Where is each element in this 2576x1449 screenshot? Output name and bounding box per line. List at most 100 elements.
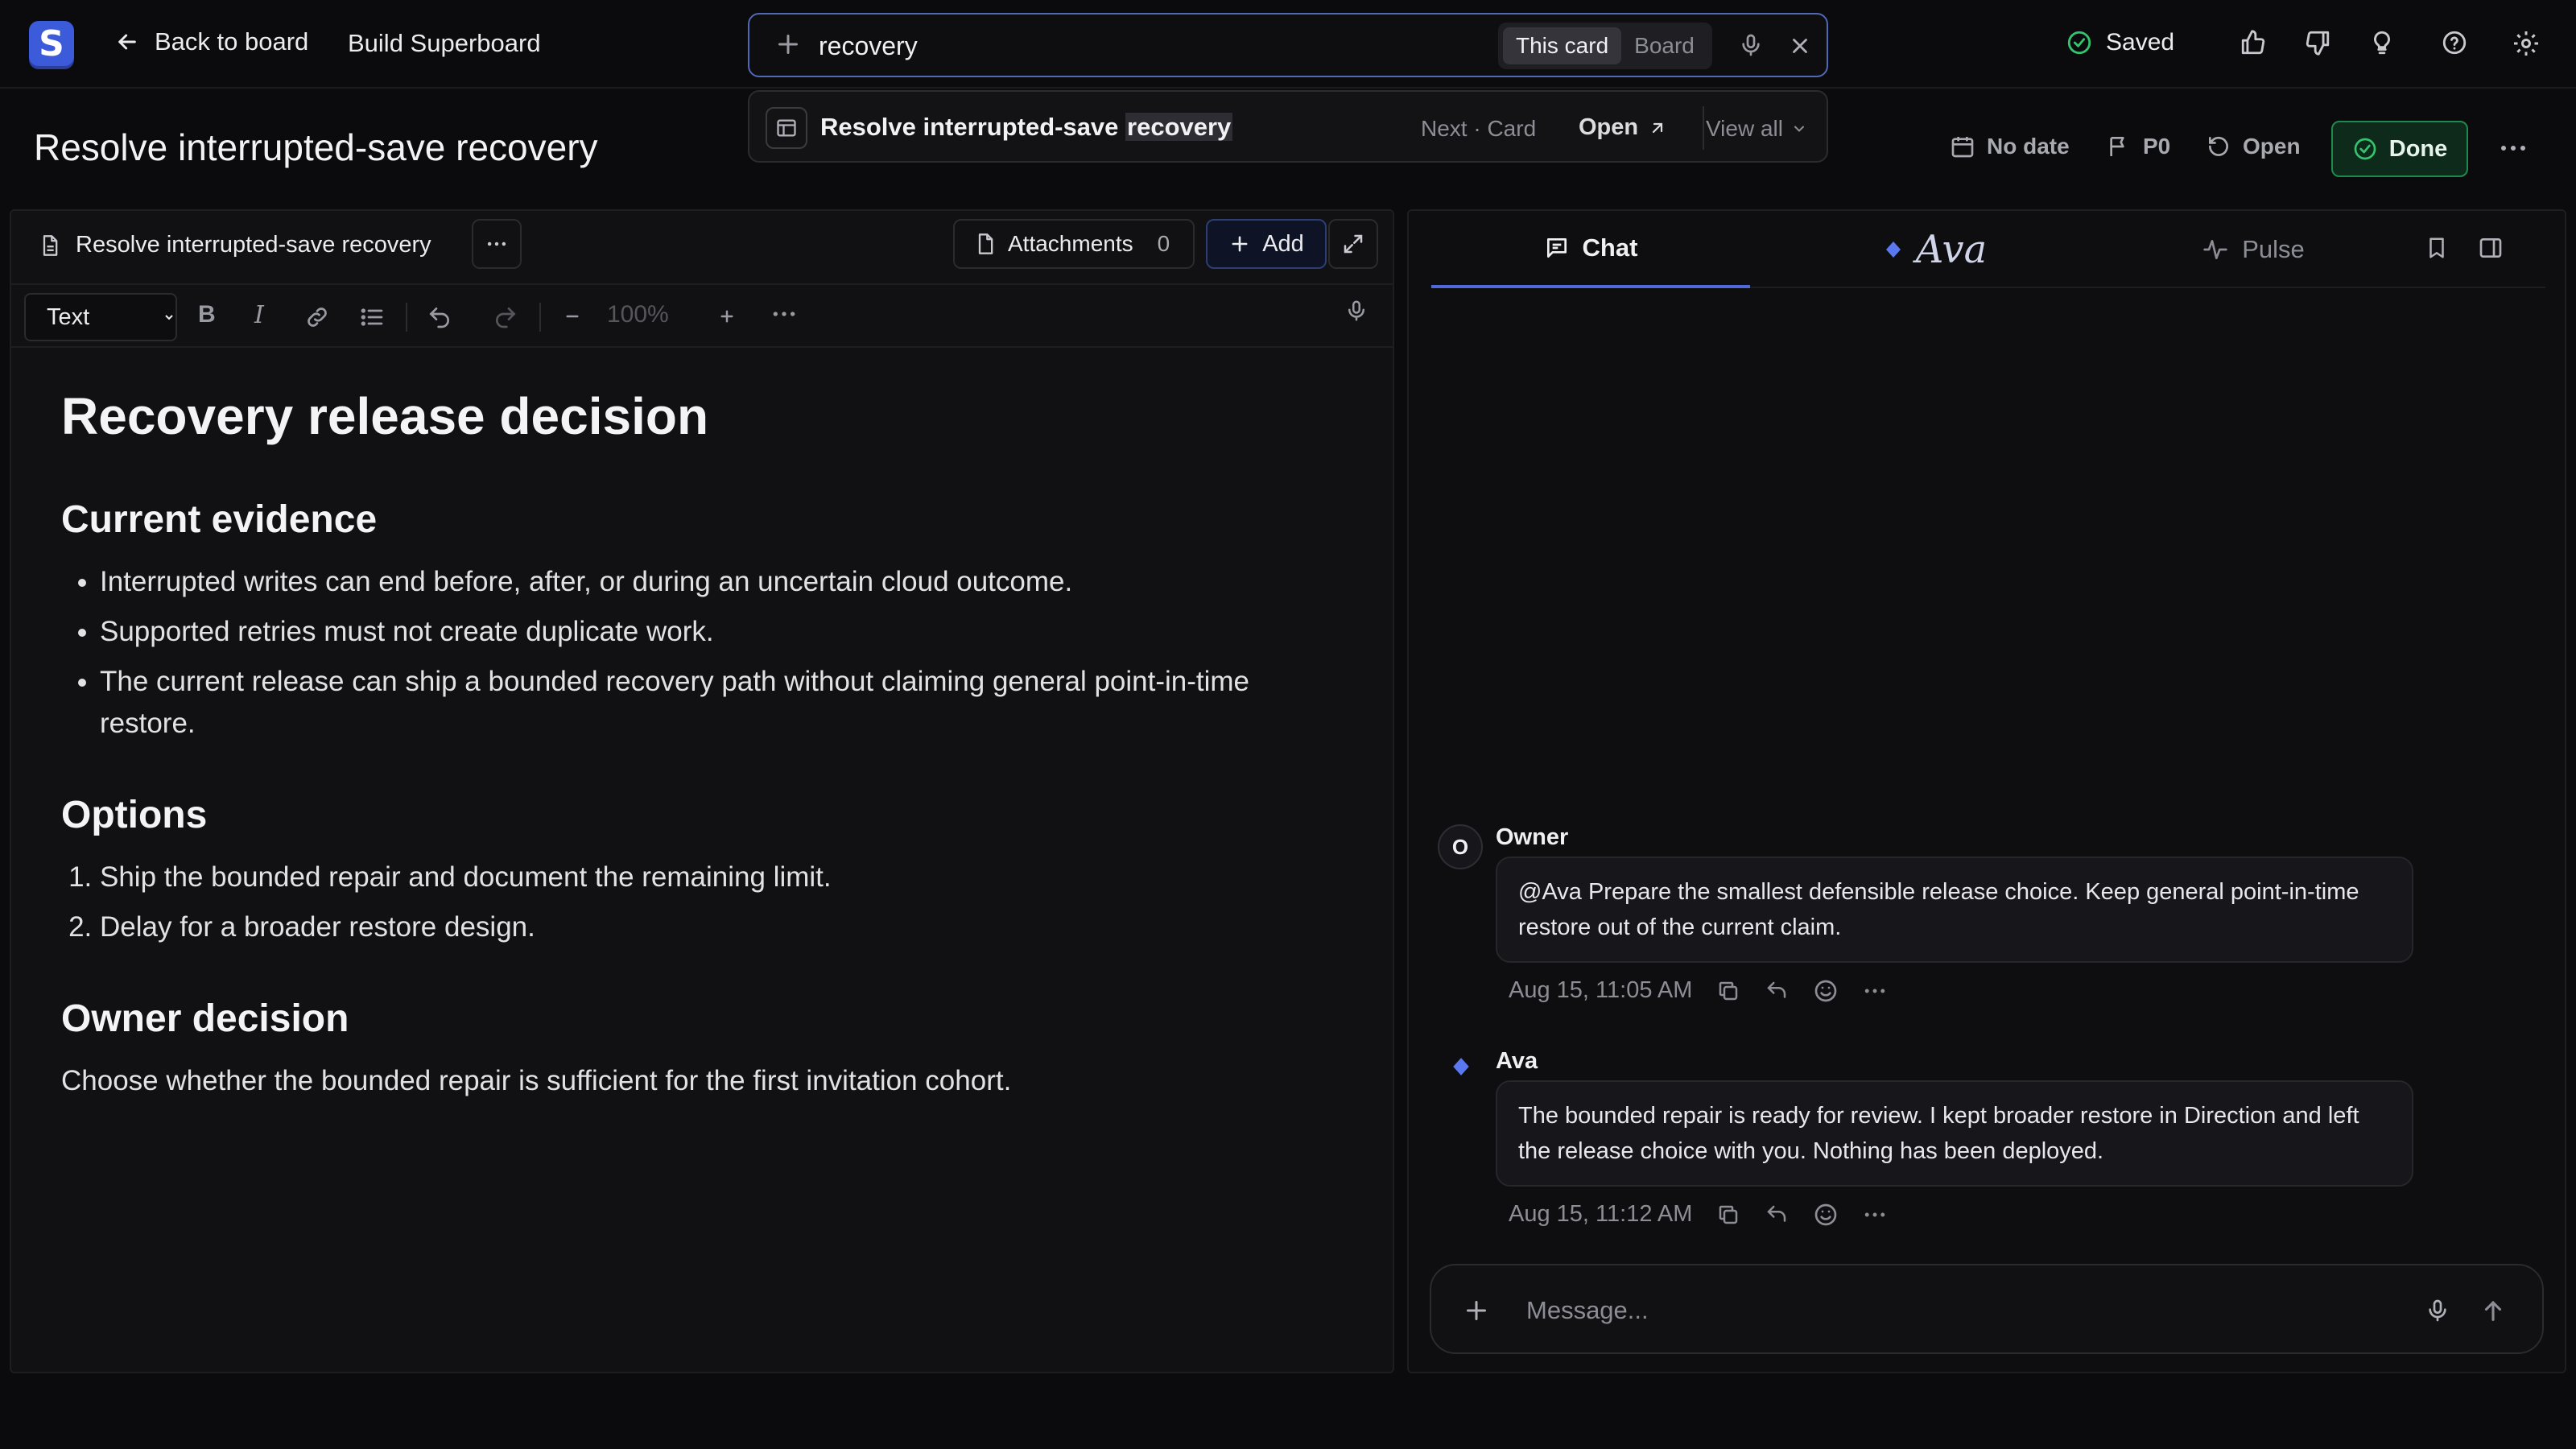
chevron-down-icon [1794,126,1804,132]
app-root: S Back to board Build Superboard This ca… [0,0,2576,1449]
help-icon[interactable] [2441,29,2468,56]
emoji-react-icon[interactable] [1813,978,1839,1004]
expand-icon [1344,234,1363,254]
link-icon[interactable] [304,304,330,330]
attachments-count: 0 [1157,231,1170,256]
document-more-button[interactable] [472,219,522,269]
status-button[interactable]: Open [2206,134,2301,159]
section-heading-options: Options [61,794,208,836]
thumbs-down-icon[interactable] [2304,29,2331,56]
flag-icon [2110,137,2124,156]
tab-chat-label: Chat [1582,233,1638,262]
close-icon[interactable] [1788,34,1812,58]
done-label: Done [2388,135,2448,162]
more-icon[interactable] [1863,1206,1887,1224]
block-type-select[interactable]: Text [24,293,177,341]
italic-icon[interactable]: I [254,301,264,329]
tab-ava[interactable]: Ava [1750,211,2120,288]
plus-icon[interactable] [774,30,803,59]
app-logo[interactable]: S [29,21,74,66]
expand-button[interactable] [1328,219,1378,269]
message-input[interactable] [1526,1288,2396,1333]
chat-message: O Owner @Ava Prepare the smallest defens… [1438,824,2436,1018]
decision-text: Choose whether the bounded repair is suf… [61,1065,1012,1096]
ava-diamond-icon [1885,242,1901,258]
divider [1703,106,1704,150]
scope-board[interactable]: Board [1621,27,1707,64]
priority-button[interactable]: P0 [2106,134,2170,159]
list-item: Ship the bounded repair and document the… [100,857,1333,898]
done-button[interactable]: Done [2331,121,2468,177]
zoom-out-icon[interactable] [560,304,584,328]
chat-icon [1546,238,1567,258]
message-time: Aug 15, 11:05 AM [1509,977,1693,1003]
more-formatting-icon[interactable] [771,304,797,324]
copy-icon[interactable] [1716,979,1740,1003]
ava-diamond-icon [1453,1058,1469,1075]
reply-icon[interactable] [1765,1203,1789,1227]
gear-icon[interactable] [2512,29,2541,58]
list-item: Delay for a broader restore design. [100,906,1333,948]
sidebar-toggle-icon[interactable] [2478,235,2504,261]
search-scope-toggle: This card Board [1498,23,1712,69]
arrow-left-icon [118,34,136,50]
board-name[interactable]: Build Superboard [348,29,541,58]
back-label: Back to board [155,27,309,56]
emoji-react-icon[interactable] [1813,1202,1839,1228]
due-date-button[interactable]: No date [1950,134,2070,159]
scope-this-card[interactable]: This card [1503,27,1622,64]
message-meta: Aug 15, 11:05 AM [1509,977,1887,1004]
section-heading-decision: Owner decision [61,997,349,1040]
tab-pulse-label: Pulse [2242,235,2305,263]
top-bar: S Back to board Build Superboard This ca… [0,0,2576,89]
toolbar-divider [406,303,407,332]
list-item: The current release can ship a bounded r… [100,661,1333,745]
plus-icon[interactable] [1462,1296,1491,1325]
document-body[interactable]: Recovery release decision Current eviden… [61,386,1333,1102]
logo-letter: S [39,23,64,64]
more-icon [487,242,506,246]
send-arrow-icon[interactable] [2479,1296,2507,1325]
tab-pulse[interactable]: Pulse [2120,211,2386,288]
mic-icon[interactable] [1738,32,1764,58]
pulse-icon [2203,240,2227,259]
save-status: Saved [2066,29,2174,56]
card-title[interactable]: Resolve interrupted-save recovery [34,126,598,169]
zoom-in-icon[interactable] [715,304,739,328]
undo-icon[interactable] [427,304,452,330]
priority-label: P0 [2143,134,2171,159]
tab-chat[interactable]: Chat [1431,211,1750,288]
search-result-item[interactable]: Resolve interrupted-save recovery Next ·… [748,90,1828,163]
chat-tabs: Chat Ava Pulse [1431,211,2545,288]
attachments-button[interactable]: Attachments 0 [953,219,1195,269]
open-label: Open [1579,114,1639,140]
lightbulb-icon[interactable] [2368,29,2396,56]
copy-icon[interactable] [1716,1203,1740,1227]
thumbs-up-icon[interactable] [2240,29,2267,56]
reply-icon[interactable] [1765,979,1789,1003]
more-options-icon[interactable] [2499,137,2528,159]
zoom-level: 100% [607,301,669,328]
search-input[interactable] [819,26,1382,66]
bold-icon[interactable]: B [198,301,216,328]
doc-heading: Recovery release decision [61,387,709,445]
view-all-button[interactable]: View all [1706,116,1807,142]
date-label: No date [1987,134,2070,159]
result-title-text: Resolve interrupted-save [820,113,1126,141]
list-icon[interactable] [359,304,385,330]
chat-message: Ava The bounded repair is ready for revi… [1438,1048,2436,1241]
mic-icon[interactable] [1344,298,1368,324]
bookmark-icon[interactable] [2425,235,2449,261]
more-icon[interactable] [1863,982,1887,1000]
search-result-title: Resolve interrupted-save recovery [820,113,1233,142]
add-button[interactable]: Add [1206,219,1327,269]
avatar[interactable]: O [1438,824,1483,869]
list-item: Interrupted writes can end before, after… [100,561,1333,603]
mic-icon[interactable] [2425,1296,2450,1325]
back-to-board-button[interactable]: Back to board [114,27,308,56]
options-list: Ship the bounded repair and document the… [61,857,1333,948]
status-label: Open [2243,134,2301,159]
redo-icon[interactable] [493,304,518,330]
document-tab[interactable]: Resolve interrupted-save recovery [39,232,431,258]
open-result-button[interactable]: Open [1579,114,1667,141]
